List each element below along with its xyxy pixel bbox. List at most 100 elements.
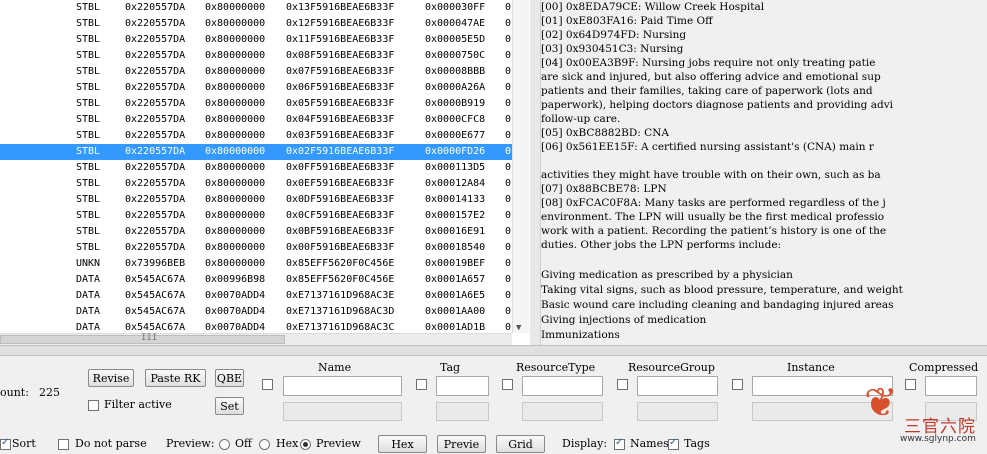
cell-instance: 0x13F5916BEAE6B33F (286, 2, 395, 13)
preview-line: Basic wound care including cleaning and … (541, 299, 894, 311)
cell-type: UNKN (76, 258, 101, 269)
preview-line: [05] 0xBC8882BD: CNA (541, 127, 669, 139)
vertical-scrollbar[interactable]: ▼ (512, 0, 529, 333)
paste-rk-button[interactable]: Paste RK (145, 369, 206, 387)
resource-type-header: ResourceType (516, 361, 596, 374)
vertical-splitter[interactable] (530, 0, 541, 345)
resource-type-filter-checkbox[interactable] (502, 379, 513, 390)
cell-group: 0x545AC67A (125, 290, 186, 301)
table-row[interactable]: STBL 0x220557DA 0x80000000 0x12F5916BEAE6B3… (0, 16, 512, 32)
cell-flags: 0x80000000 (205, 178, 266, 189)
cell-last: 0 (505, 290, 512, 301)
resource-table[interactable]: STBL 0x220557DA 0x80000000 0x13F5916BEAE6B3… (0, 0, 530, 345)
name-filter-input[interactable] (283, 376, 402, 396)
preview-hex-radio[interactable] (259, 439, 270, 450)
table-row[interactable]: DATA 0x545AC67A 0x0070ADD4 0xE7137161D968AC… (0, 288, 512, 304)
resource-group-filter-input[interactable] (637, 376, 718, 396)
preview-line: [01] 0xE803FA16: Paid Time Off (541, 15, 713, 27)
table-row[interactable]: STBL 0x220557DA 0x80000000 0x00F5916BEAE6B3… (0, 240, 512, 256)
table-row[interactable]: STBL 0x220557DA 0x80000000 0x0EF5916BEAE6B3… (0, 176, 512, 192)
tag-filter-input[interactable] (436, 376, 489, 396)
cell-last: 0 (505, 50, 512, 61)
control-panel: ount: 225 Revise Paste RK QBE Filter act… (0, 356, 987, 453)
tags-checkbox[interactable] (668, 437, 679, 450)
cell-group: 0x220557DA (125, 162, 186, 173)
preview-line: environment. The LPN will usually be the… (541, 211, 885, 223)
preview-line: work with a patient. Recording the patie… (541, 225, 887, 237)
names-checkbox[interactable] (614, 437, 625, 450)
cell-flags: 0x80000000 (205, 242, 266, 253)
cell-type: DATA (76, 306, 101, 317)
table-row[interactable]: STBL 0x220557DA 0x80000000 0x05F5916BEAE6B3… (0, 96, 512, 112)
horizontal-scrollbar[interactable]: III (0, 333, 512, 345)
qbe-button[interactable]: QBE (215, 369, 244, 387)
cell-instance: 0x85EFF5620F0C456E (286, 274, 395, 285)
horizontal-splitter[interactable] (0, 345, 987, 356)
table-row[interactable]: STBL 0x220557DA 0x80000000 0x11F5916BEAE6B3… (0, 32, 512, 48)
table-row[interactable]: STBL 0x220557DA 0x80000000 0x13F5916BEAE6B3… (0, 0, 512, 16)
table-row[interactable]: STBL 0x220557DA 0x80000000 0x0FF5916BEAE6B3… (0, 160, 512, 176)
table-row[interactable]: DATA 0x545AC67A 0x0070ADD4 0xE7137161D968AC… (0, 304, 512, 320)
cell-offset: 0x00019BEF (425, 258, 486, 269)
resource-group-filter-checkbox[interactable] (617, 379, 628, 390)
hex-button[interactable]: Hex (378, 435, 427, 453)
filter-active-checkbox[interactable] (88, 400, 99, 411)
preview-button[interactable]: Previe (437, 435, 486, 453)
cell-group: 0x220557DA (125, 2, 186, 13)
resource-type-filter-input[interactable] (522, 376, 603, 396)
table-row[interactable]: STBL 0x220557DA 0x80000000 0x03F5916BEAE6B3… (0, 128, 512, 144)
cell-flags: 0x80000000 (205, 210, 266, 221)
cell-type: STBL (76, 162, 101, 173)
grid-button[interactable]: Grid (496, 435, 545, 453)
cell-type: DATA (76, 274, 101, 285)
table-row[interactable]: STBL 0x220557DA 0x80000000 0x0BF5916BEAE6B3… (0, 224, 512, 240)
do-not-parse-checkbox[interactable] (58, 439, 69, 450)
table-row[interactable]: STBL 0x220557DA 0x80000000 0x04F5916BEAE6B3… (0, 112, 512, 128)
cell-group: 0x220557DA (125, 178, 186, 189)
sort-checkbox[interactable] (0, 437, 11, 450)
name-filter-checkbox[interactable] (262, 379, 273, 390)
preview-preview-radio[interactable] (300, 439, 311, 450)
set-button[interactable]: Set (215, 397, 244, 415)
preview-line: are sick and injured, but also offering … (541, 71, 881, 83)
cell-type: STBL (76, 210, 101, 221)
cell-last: 0 (505, 258, 512, 269)
cell-type: STBL (76, 2, 101, 13)
table-row[interactable]: STBL 0x220557DA 0x80000000 0x07F5916BEAE6B3… (0, 64, 512, 80)
table-row[interactable]: STBL 0x220557DA 0x80000000 0x02F5916BEAE6B3… (0, 144, 512, 160)
preview-off-radio[interactable] (219, 439, 230, 450)
cell-offset: 0x0000E677 (425, 130, 486, 141)
cell-offset: 0x0000A26A (425, 82, 486, 93)
cell-last: 0 (505, 226, 512, 237)
cell-group: 0x220557DA (125, 146, 186, 157)
table-row[interactable]: DATA 0x545AC67A 0x00996B98 0x85EFF5620F0C45… (0, 272, 512, 288)
cell-last: 0 (505, 34, 512, 45)
table-row[interactable]: STBL 0x220557DA 0x80000000 0x06F5916BEAE6B3… (0, 80, 512, 96)
cell-offset: 0x000157E2 (425, 210, 486, 221)
revise-button[interactable]: Revise (88, 369, 134, 387)
cell-instance: 0x03F5916BEAE6B33F (286, 130, 395, 141)
tag-filter-checkbox[interactable] (416, 379, 427, 390)
table-row[interactable]: STBL 0x220557DA 0x80000000 0x08F5916BEAE6B3… (0, 48, 512, 64)
cell-flags: 0x80000000 (205, 18, 266, 29)
instance-header: Instance (787, 361, 835, 374)
name-value-input (283, 402, 402, 421)
cell-last: 0 (505, 130, 512, 141)
scroll-down-arrow-icon[interactable]: ▼ (516, 323, 521, 333)
table-row[interactable]: STBL 0x220557DA 0x80000000 0x0CF5916BEAE6B3… (0, 208, 512, 224)
cell-instance: 0x0EF5916BEAE6B33F (286, 178, 395, 189)
preview-line: Taking vital signs, such as blood pressu… (541, 284, 903, 296)
table-row[interactable]: DATA 0x545AC67A 0x0070ADD4 0xE7137161D968AC… (0, 320, 512, 333)
cell-flags: 0x0070ADD4 (205, 306, 266, 317)
cell-offset: 0x0001A6E5 (425, 290, 486, 301)
names-label: Names (630, 437, 669, 450)
cell-group: 0x220557DA (125, 210, 186, 221)
scrollbar-thumb[interactable]: III (0, 333, 285, 344)
cell-flags: 0x80000000 (205, 258, 266, 269)
table-row[interactable]: STBL 0x220557DA 0x80000000 0x0DF5916BEAE6B3… (0, 192, 512, 208)
cell-group: 0x220557DA (125, 226, 186, 237)
cell-type: STBL (76, 114, 101, 125)
table-row[interactable]: UNKN 0x73996BEB 0x80000000 0x85EFF5620F0C45… (0, 256, 512, 272)
site-watermark: ❦ 三官六院 www.sglynp.com (858, 378, 987, 452)
instance-filter-checkbox[interactable] (732, 379, 743, 390)
